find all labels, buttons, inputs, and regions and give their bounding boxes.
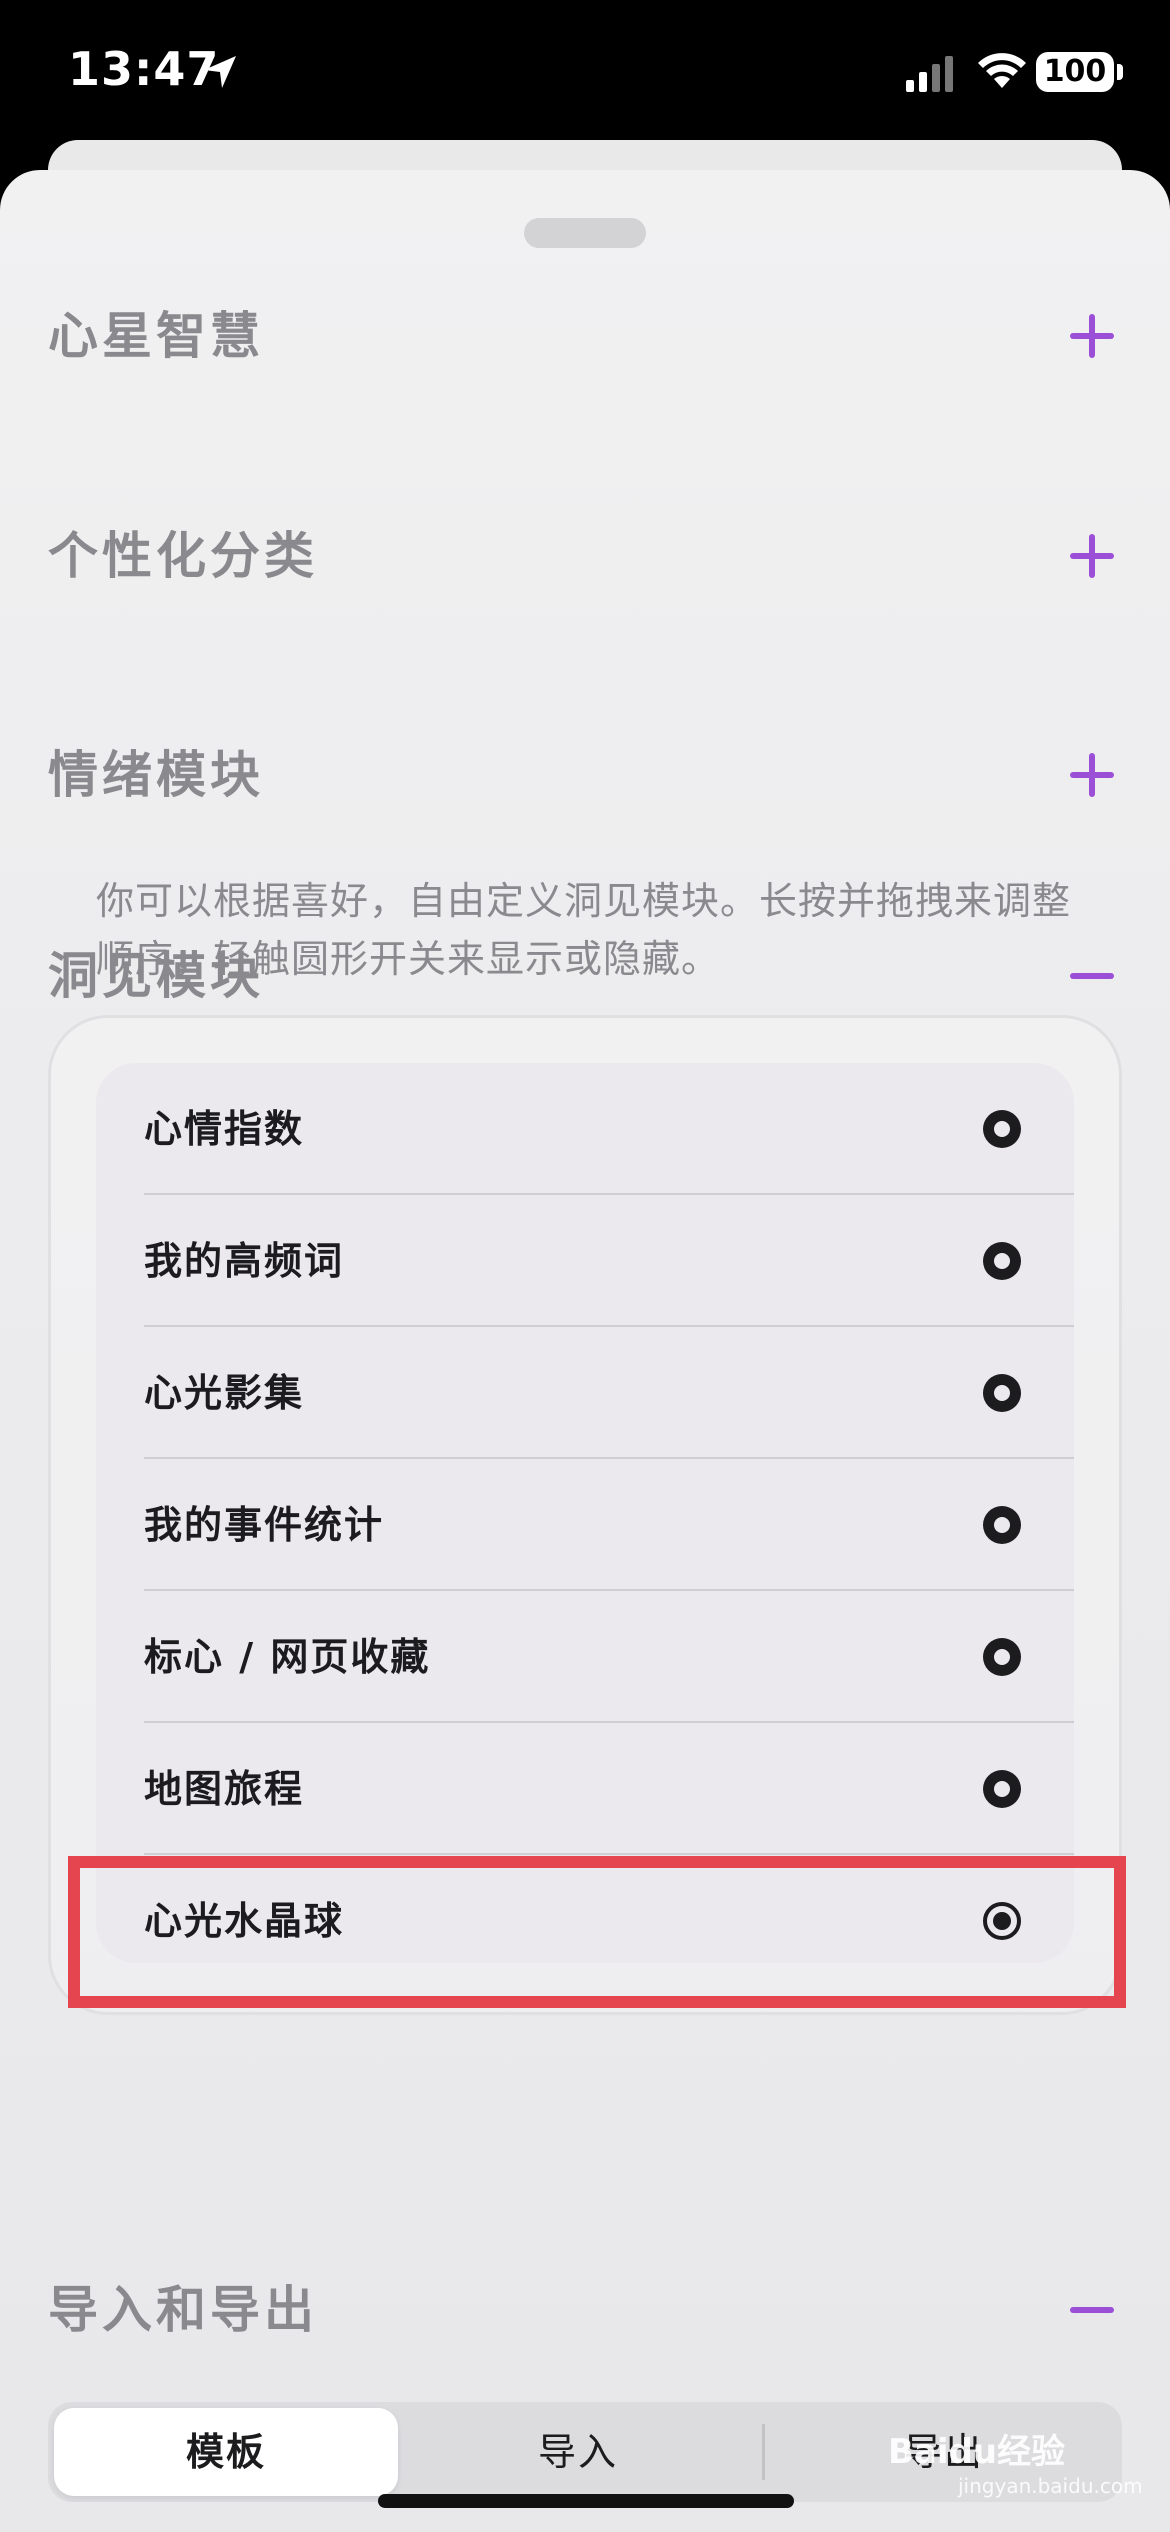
- list-item-label: 我的高频词: [144, 1239, 345, 1283]
- section-title: 个性化分类: [48, 527, 318, 585]
- segment-divider: [762, 2424, 765, 2480]
- list-item-label: 心光影集: [144, 1371, 305, 1415]
- status-time: 13:47: [68, 42, 220, 96]
- list-item[interactable]: 地图旅程: [96, 1723, 1074, 1855]
- wifi-icon: [978, 53, 1026, 88]
- list-item[interactable]: 心光影集: [96, 1327, 1074, 1459]
- list-item[interactable]: 我的事件统计: [96, 1459, 1074, 1591]
- list-item[interactable]: 心情指数: [96, 1063, 1074, 1195]
- radio-on-icon[interactable]: [982, 1241, 1022, 1281]
- radio-on-icon[interactable]: [982, 1769, 1022, 1809]
- list-item-label: 心情指数: [144, 1107, 305, 1151]
- list-item[interactable]: 标心 / 网页收藏: [96, 1591, 1074, 1723]
- tab-import[interactable]: 导入: [406, 2408, 750, 2496]
- watermark-text: Baidu经验: [888, 2432, 1066, 2472]
- section-title: 心星智慧: [48, 307, 264, 365]
- list-item-label: 标心 / 网页收藏: [144, 1635, 431, 1679]
- section-xinxing-wisdom[interactable]: 心星智慧: [48, 296, 1122, 376]
- tab-template[interactable]: 模板: [54, 2408, 398, 2496]
- plus-icon[interactable]: [1062, 306, 1122, 366]
- list-item-label: 地图旅程: [144, 1767, 305, 1811]
- insight-list: 心情指数 我的高频词 心光影集 我的事件统计 标心 / 网页收藏 地图旅程 心光…: [96, 1063, 1074, 1963]
- watermark-subtext: jingyan.baidu.com: [958, 2474, 1143, 2498]
- list-item-label: 我的事件统计: [144, 1503, 385, 1547]
- radio-on-icon[interactable]: [982, 1373, 1022, 1413]
- status-bar: 13:47 100: [0, 0, 1170, 150]
- highlight-annotation: [68, 1856, 1126, 2008]
- plus-icon[interactable]: [1062, 745, 1122, 805]
- home-indicator[interactable]: [378, 2494, 794, 2508]
- location-arrow-icon: [204, 56, 236, 88]
- insight-description: 你可以根据喜好，自由定义洞见模块。长按并拖拽来调整顺序，轻触圆形开关来显示或隐藏…: [96, 879, 1072, 981]
- radio-on-icon[interactable]: [982, 1637, 1022, 1677]
- section-personal-category[interactable]: 个性化分类: [48, 516, 1122, 596]
- section-title: 导入和导出: [48, 2281, 318, 2339]
- battery-nub: [1117, 64, 1123, 80]
- battery-icon: 100: [1036, 52, 1114, 92]
- section-import-export[interactable]: 导入和导出: [48, 2270, 1122, 2350]
- watermark: Baidu经验 jingyan.baidu.com: [888, 2420, 1148, 2500]
- signal-icon: [906, 56, 953, 92]
- radio-on-icon[interactable]: [982, 1505, 1022, 1545]
- radio-on-icon[interactable]: [982, 1109, 1022, 1149]
- minus-icon[interactable]: [1062, 2280, 1122, 2340]
- list-item[interactable]: 我的高频词: [96, 1195, 1074, 1327]
- sheet-grabber[interactable]: [524, 218, 646, 248]
- section-emotion-module[interactable]: 情绪模块: [48, 735, 1122, 815]
- section-title: 情绪模块: [48, 746, 264, 804]
- plus-icon[interactable]: [1062, 526, 1122, 586]
